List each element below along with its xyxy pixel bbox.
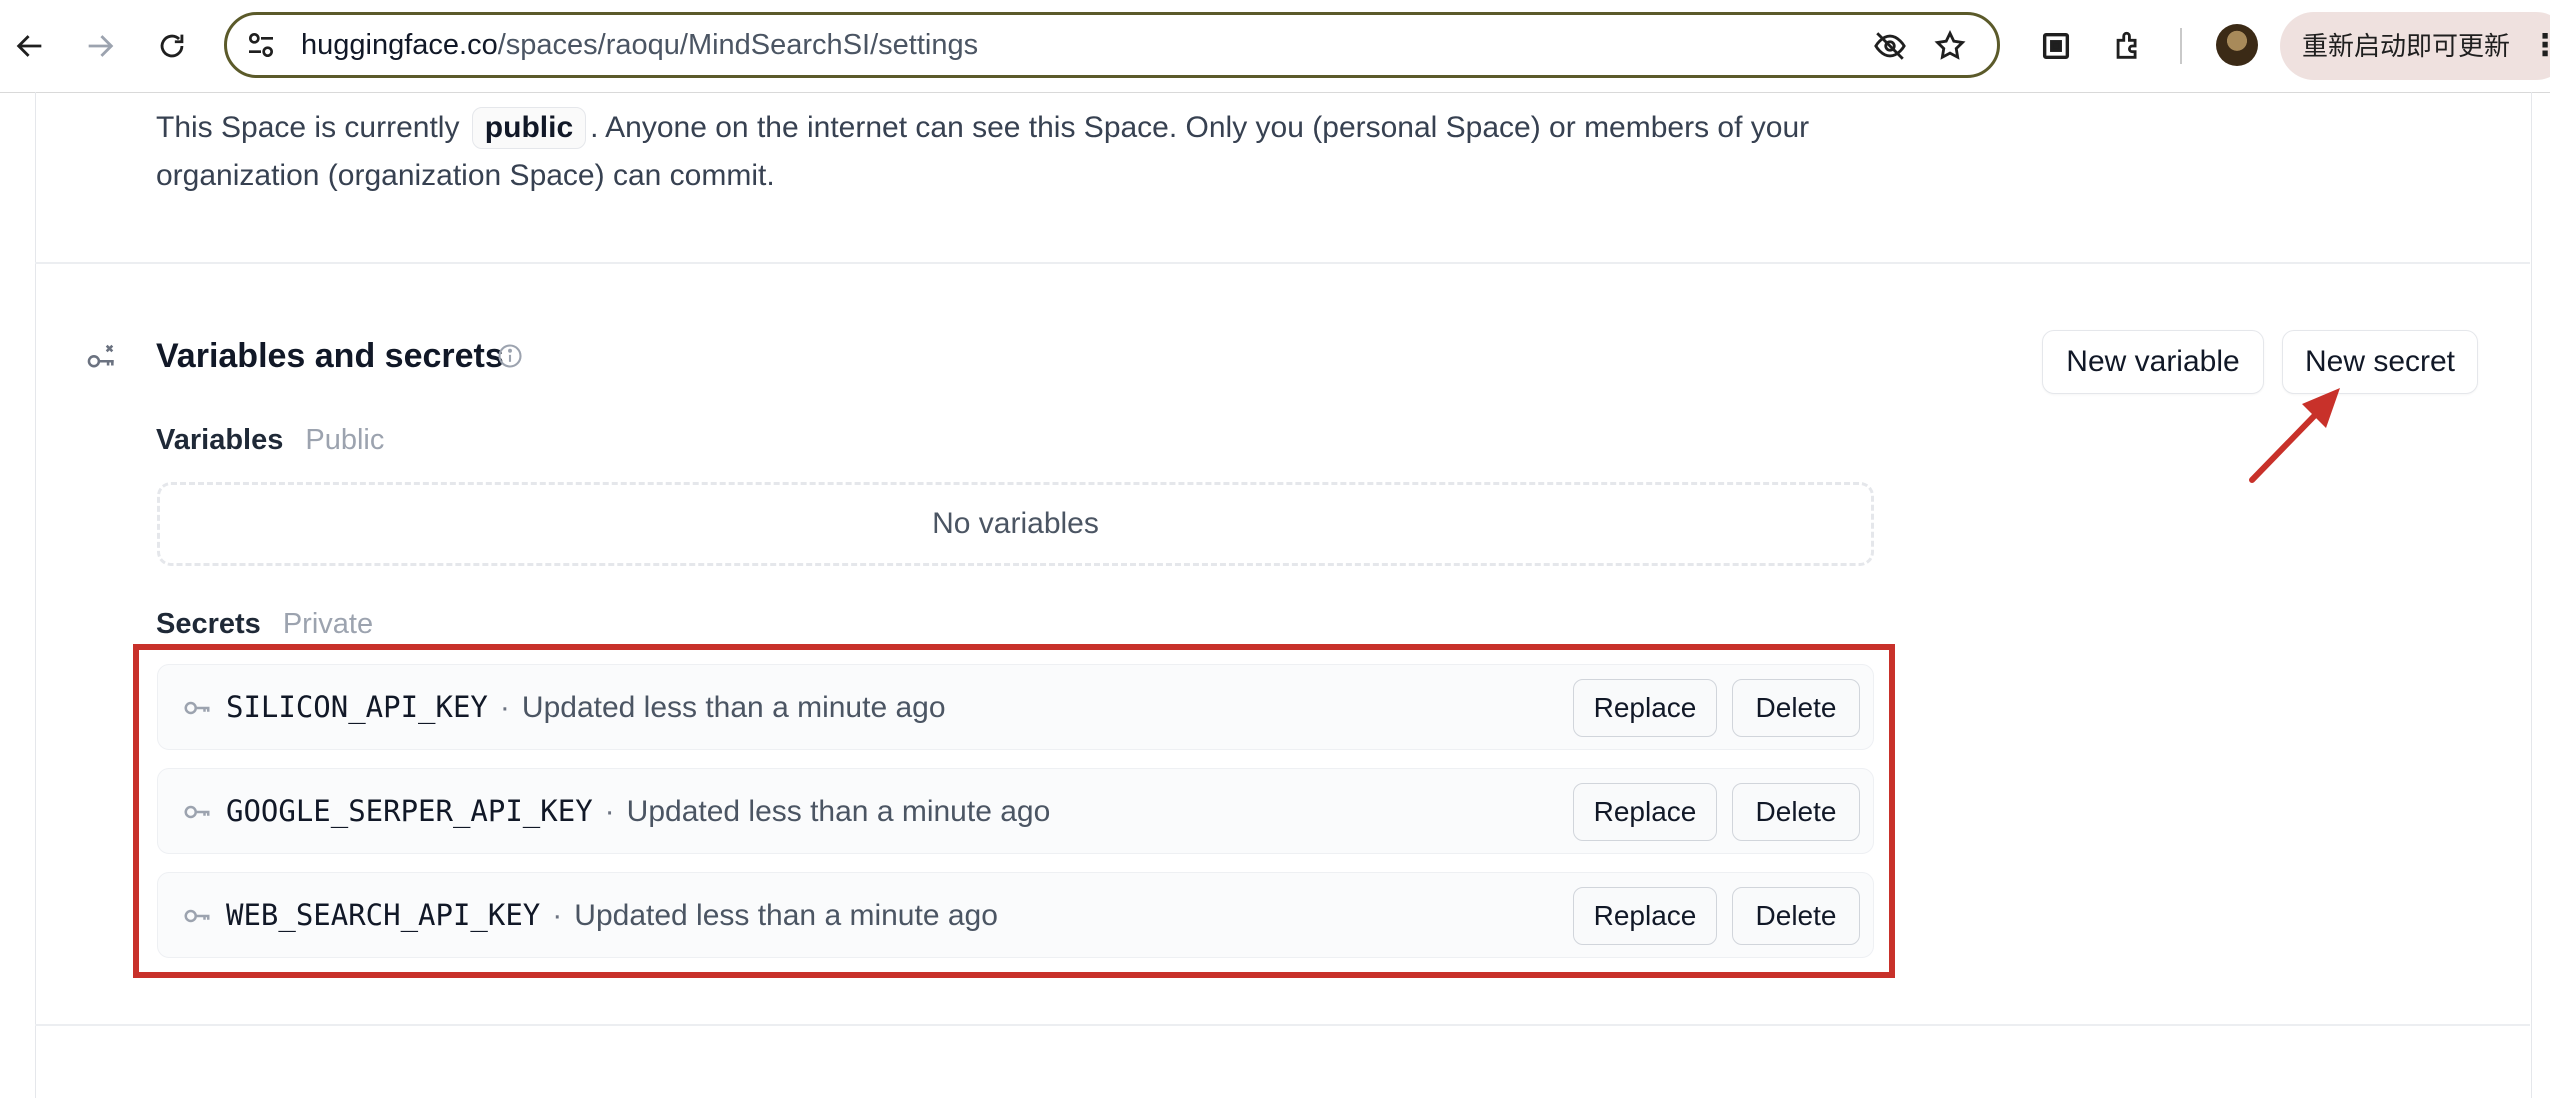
variables-label: Variables Public <box>156 424 385 456</box>
forward-arrow-icon[interactable] <box>76 22 124 70</box>
toolbar-divider <box>2180 28 2182 64</box>
more-vert-icon[interactable]: ⋮ <box>2530 12 2550 80</box>
eye-off-icon[interactable] <box>1873 29 1907 63</box>
url-text[interactable]: huggingface.co/spaces/raoqu/MindSearchSI… <box>301 27 978 63</box>
secrets-label: Secrets Private <box>156 608 374 640</box>
section-divider <box>35 262 2530 264</box>
star-icon[interactable] <box>1933 29 1967 63</box>
update-button[interactable]: 重新启动即可更新 ⋮ <box>2280 12 2550 80</box>
annotation-arrow-icon <box>2249 388 2340 483</box>
variables-empty-state: No variables <box>157 482 1874 566</box>
back-arrow-icon[interactable] <box>6 22 54 70</box>
visibility-description: This Space is currently public. Anyone o… <box>156 104 1856 200</box>
section-title: Variables and secrets <box>156 337 504 375</box>
site-settings-icon[interactable] <box>245 29 277 61</box>
info-icon[interactable] <box>496 342 524 370</box>
highlight-annotation-box <box>133 644 1895 978</box>
new-variable-button[interactable]: New variable <box>2042 330 2264 394</box>
visibility-badge: public <box>471 107 587 149</box>
address-bar[interactable]: huggingface.co/spaces/raoqu/MindSearchSI… <box>224 12 2000 78</box>
key-settings-icon <box>87 344 114 368</box>
qr-code-icon[interactable] <box>2032 22 2080 70</box>
browser-toolbar: huggingface.co/spaces/raoqu/MindSearchSI… <box>0 0 2550 93</box>
reload-icon[interactable] <box>148 22 196 70</box>
extensions-icon[interactable] <box>2104 22 2152 70</box>
profile-avatar[interactable] <box>2216 24 2258 66</box>
section-divider <box>35 1024 2530 1026</box>
